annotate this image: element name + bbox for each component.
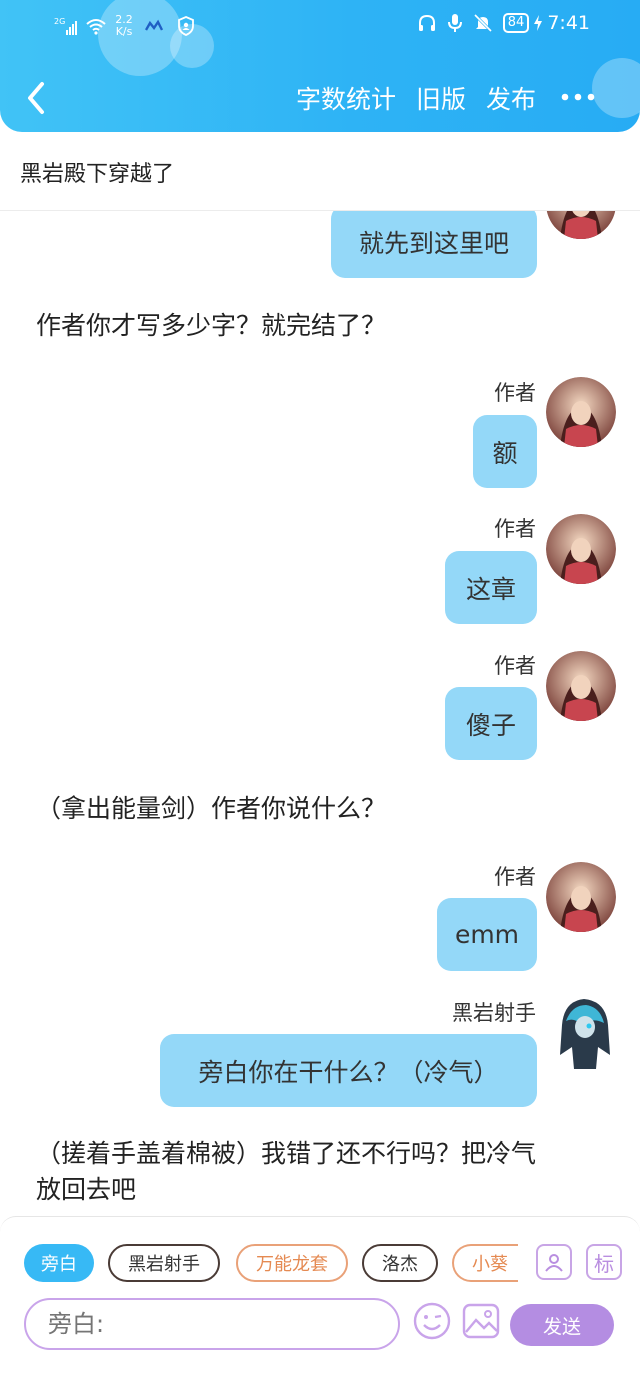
speaker-name: 作者 bbox=[494, 517, 536, 541]
message-bubble[interactable]: 傻子 bbox=[445, 687, 537, 760]
tag-label: 标 bbox=[594, 1251, 614, 1276]
message-text: 旁白你在干什么？（冷气） bbox=[198, 1057, 499, 1087]
old-version-button[interactable]: 旧版 bbox=[416, 80, 466, 116]
black-rock-shooter-avatar[interactable] bbox=[552, 995, 618, 1071]
narration-line: （拿出能量剑）作者你说什么？ bbox=[36, 794, 387, 823]
narration-text[interactable]: （拿出能量剑）作者你说什么？ bbox=[36, 791, 386, 827]
role-label: 洛杰 bbox=[382, 1254, 418, 1275]
word-count-button[interactable]: 字数统计 bbox=[296, 80, 396, 116]
message-bubble[interactable]: 旁白你在干什么？（冷气） bbox=[160, 1034, 537, 1107]
author-avatar[interactable] bbox=[546, 377, 616, 447]
message-bubble[interactable]: 就先到这里吧 bbox=[331, 211, 537, 278]
nav-bar: 字数统计 旧版 发布 bbox=[0, 70, 640, 126]
speaker-name: 作者 bbox=[494, 381, 536, 405]
author-avatar[interactable] bbox=[546, 514, 616, 584]
back-arrow-icon[interactable] bbox=[18, 76, 54, 120]
message-bubble[interactable]: 这章 bbox=[445, 551, 537, 624]
role-label: 黑岩射手 bbox=[128, 1254, 200, 1275]
cellular-signal-icon: 2G bbox=[54, 17, 78, 35]
headphones-icon bbox=[418, 14, 435, 31]
wifi-icon bbox=[86, 19, 106, 35]
emoji-icon[interactable] bbox=[413, 1302, 451, 1340]
send-button[interactable]: 发送 bbox=[510, 1304, 614, 1346]
image-picker-icon[interactable] bbox=[462, 1302, 500, 1340]
story-title: 黑岩殿下穿越了 bbox=[20, 162, 175, 187]
role-label: 万能龙套 bbox=[256, 1254, 328, 1275]
contact-card-icon[interactable] bbox=[536, 1244, 572, 1280]
narration-line: 放回去吧 bbox=[36, 1175, 137, 1204]
message-text: 这章 bbox=[465, 574, 516, 604]
charging-icon bbox=[534, 15, 543, 31]
tag-icon[interactable]: 标 bbox=[586, 1244, 622, 1280]
publish-button[interactable]: 发布 bbox=[486, 80, 536, 116]
role-chip-narrator[interactable]: 旁白 bbox=[24, 1244, 94, 1282]
speaker-name: 作者 bbox=[494, 865, 536, 889]
shield-icon bbox=[177, 16, 194, 36]
net-speed-unit: K/s bbox=[115, 25, 133, 38]
clock: 7:41 bbox=[547, 12, 590, 34]
role-label: 旁白 bbox=[41, 1254, 77, 1275]
message-text: emm bbox=[454, 920, 520, 949]
battery-level: 84 bbox=[507, 15, 525, 30]
author-avatar[interactable] bbox=[546, 211, 616, 239]
microphone-icon bbox=[447, 14, 462, 32]
narration-text[interactable]: （搓着手盖着棉被）我错了还不行吗？把冷气 放回去吧 bbox=[36, 1136, 536, 1208]
role-chip-black-rock-shooter[interactable]: 黑岩射手 bbox=[108, 1244, 220, 1282]
network-speed: 2.2 K/s bbox=[115, 14, 133, 38]
narration-line: 作者你才写多少字？就完结了？ bbox=[36, 311, 387, 340]
app-notification-icon bbox=[144, 19, 163, 31]
message-text: 就先到这里吧 bbox=[358, 228, 509, 258]
more-options-icon[interactable] bbox=[560, 82, 596, 112]
network-type: 2G bbox=[54, 17, 66, 26]
role-chip-luojie[interactable]: 洛杰 bbox=[362, 1244, 438, 1282]
speaker-name: 黑岩射手 bbox=[452, 1001, 536, 1025]
app-header: 2G 2.2 K/s 84 7:41 字数统计 旧版 发布 bbox=[0, 0, 640, 132]
role-chip-xiaokui[interactable]: 小葵 bbox=[452, 1244, 518, 1282]
author-avatar[interactable] bbox=[546, 862, 616, 932]
role-chip-extra[interactable]: 万能龙套 bbox=[236, 1244, 348, 1282]
author-avatar[interactable] bbox=[546, 651, 616, 721]
narration-line: （搓着手盖着棉被）我错了还不行吗？把冷气 bbox=[36, 1139, 537, 1168]
message-bubble[interactable]: emm bbox=[437, 898, 537, 971]
chat-area[interactable]: 就先到这里吧 作者你才写多少字？就完结了？ 作者 额 作者 这章 作者 傻子 （… bbox=[0, 211, 640, 1216]
message-input[interactable] bbox=[24, 1298, 400, 1350]
story-title-bar: 黑岩殿下穿越了 bbox=[0, 132, 640, 211]
contact-card-icon-glyph bbox=[545, 1254, 563, 1272]
battery-indicator: 84 bbox=[502, 13, 530, 33]
message-bubble[interactable]: 额 bbox=[473, 415, 537, 488]
status-bar: 2G 2.2 K/s 84 7:41 bbox=[0, 8, 640, 42]
narration-text[interactable]: 作者你才写多少字？就完结了？ bbox=[36, 308, 386, 344]
role-label: 小葵 bbox=[472, 1254, 508, 1275]
speaker-name: 作者 bbox=[494, 654, 536, 678]
muted-bell-icon bbox=[473, 13, 492, 33]
message-text: 傻子 bbox=[465, 710, 516, 740]
message-text: 额 bbox=[492, 438, 518, 468]
send-label: 发送 bbox=[542, 1315, 581, 1338]
